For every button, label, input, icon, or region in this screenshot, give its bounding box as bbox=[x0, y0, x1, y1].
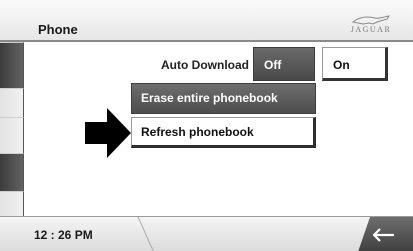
auto-download-on-button[interactable]: On bbox=[322, 47, 388, 81]
phone-screen: Phone JAGUAR Auto Download Off On Erase … bbox=[0, 0, 413, 251]
arrow-right-icon bbox=[85, 108, 131, 158]
page-title: Phone bbox=[38, 22, 78, 37]
footer-divider bbox=[137, 217, 155, 251]
side-tab-2[interactable] bbox=[0, 88, 24, 117]
side-tab-3[interactable] bbox=[0, 117, 24, 153]
jaguar-logo: JAGUAR bbox=[341, 14, 401, 40]
back-button[interactable] bbox=[358, 217, 413, 251]
side-tab-1[interactable] bbox=[0, 42, 24, 88]
logo-text: JAGUAR bbox=[350, 25, 392, 34]
auto-download-off-button[interactable]: Off bbox=[253, 47, 315, 81]
side-tab-4[interactable] bbox=[0, 153, 24, 191]
footer-bar: 12 : 26 PM bbox=[0, 216, 413, 251]
auto-download-label: Auto Download bbox=[161, 58, 249, 72]
refresh-phonebook-button[interactable]: Refresh phonebook bbox=[131, 117, 316, 148]
back-arrow-icon bbox=[373, 228, 394, 242]
erase-phonebook-button[interactable]: Erase entire phonebook bbox=[131, 83, 316, 114]
clock-time: 12 : 26 PM bbox=[34, 228, 93, 242]
side-tab-5[interactable] bbox=[0, 191, 24, 216]
header-bar: Phone JAGUAR bbox=[0, 0, 413, 42]
